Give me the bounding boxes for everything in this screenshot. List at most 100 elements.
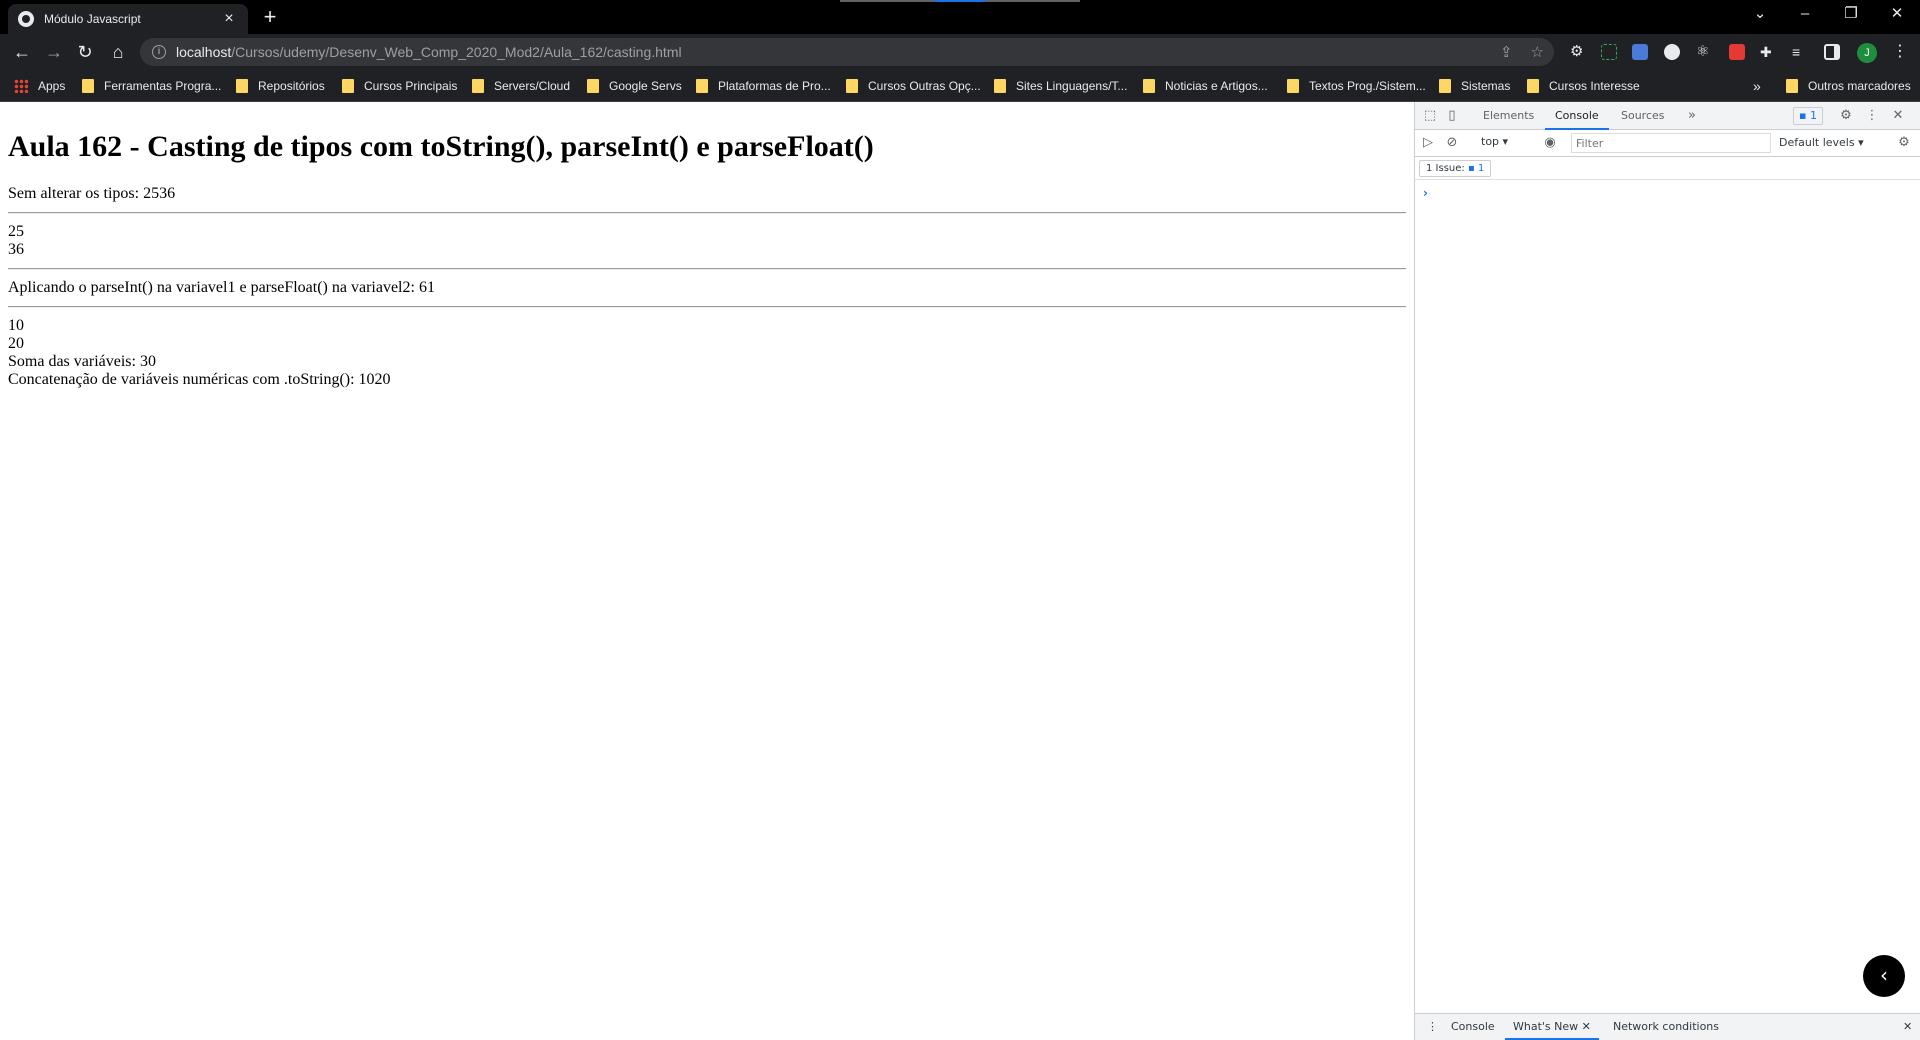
- bookmark-other-folder[interactable]: Outros marcadores: [1786, 70, 1911, 102]
- levels-label: Default levels: [1779, 136, 1855, 149]
- filter-input[interactable]: [1571, 133, 1771, 153]
- bookmark-folder[interactable]: Cursos Outras Opç...: [846, 70, 981, 102]
- close-drawer-icon[interactable]: ✕: [1895, 1014, 1920, 1040]
- drawer-tab-console[interactable]: Console: [1443, 1014, 1503, 1040]
- more-tabs-icon[interactable]: »: [1683, 107, 1701, 125]
- bookmark-folder[interactable]: Repositórios: [236, 70, 325, 102]
- back-button[interactable]: ←: [10, 40, 34, 64]
- bookmark-folder[interactable]: Cursos Principais: [342, 70, 457, 102]
- page-content: Aula 162 - Casting de tipos com toString…: [0, 102, 1414, 1040]
- new-tab-button[interactable]: +: [258, 6, 282, 30]
- bookmark-star-icon[interactable]: ☆: [1531, 43, 1544, 61]
- bookmark-folder[interactable]: Sites Linguagens/T...: [994, 70, 1127, 102]
- menu-kebab-icon[interactable]: ⋮: [1888, 40, 1912, 64]
- bookmark-folder[interactable]: Plataformas de Pro...: [696, 70, 831, 102]
- extension-blue-icon[interactable]: [1632, 44, 1648, 60]
- bookmark-folder[interactable]: Google Servs: [587, 70, 682, 102]
- output-line: 36: [8, 240, 24, 258]
- devtools-tabbar: ⬚ ▯ Elements Console Sources » ▪ 1 ⚙ ⋮ ✕: [1415, 102, 1920, 130]
- bookmark-label: Cursos Principais: [364, 79, 458, 93]
- bookmark-folder[interactable]: Cursos Interesse: [1527, 70, 1640, 102]
- extension-gear-icon[interactable]: ⚙: [1570, 44, 1586, 60]
- bookmark-label: Cursos Interesse: [1549, 79, 1640, 93]
- output-line: 10: [8, 316, 24, 334]
- folder-icon: [82, 79, 94, 93]
- bookmark-folder[interactable]: Textos Prog./Sistem...: [1287, 70, 1426, 102]
- output-line: Soma das variáveis: 30: [8, 352, 156, 370]
- close-window-button[interactable]: ✕: [1874, 0, 1920, 30]
- tab-strip: Módulo Javascript × + ⌄ – ❐ ✕: [0, 0, 1920, 34]
- close-icon[interactable]: ×: [220, 10, 238, 28]
- tab-console[interactable]: Console: [1545, 102, 1609, 130]
- bookmark-label: Repositórios: [258, 79, 325, 93]
- profile-avatar[interactable]: J: [1857, 43, 1877, 63]
- console-prompt-icon[interactable]: ›: [1423, 186, 1428, 200]
- sidebar-toggle-icon[interactable]: ▷: [1419, 134, 1437, 152]
- page-title: Aula 162 - Casting de tipos com toString…: [8, 130, 874, 163]
- tab-elements[interactable]: Elements: [1473, 102, 1544, 130]
- issues-badge[interactable]: ▪ 1: [1793, 107, 1823, 125]
- settings-gear-icon[interactable]: ⚙: [1837, 107, 1855, 125]
- bookmark-label: Noticias e Artigos...: [1165, 79, 1268, 93]
- reload-button[interactable]: ↻: [73, 40, 97, 64]
- bookmark-folder[interactable]: Sistemas: [1439, 70, 1510, 102]
- close-icon[interactable]: ✕: [1889, 107, 1907, 125]
- drawer-menu-icon[interactable]: ⋮: [1419, 1014, 1446, 1040]
- issues-bar: 1 Issue: ▪ 1: [1415, 157, 1920, 180]
- drawer-tab-whats-new[interactable]: What's New ✕: [1505, 1014, 1599, 1040]
- drawer-tab-network-conditions[interactable]: Network conditions: [1605, 1014, 1727, 1040]
- home-button[interactable]: ⌂: [106, 40, 130, 64]
- output-line: 20: [8, 334, 24, 352]
- extension-screenshot-icon[interactable]: [1601, 44, 1617, 60]
- divider: [8, 267, 1406, 270]
- issues-button[interactable]: 1 Issue: ▪ 1: [1419, 160, 1492, 177]
- url-host: localhost: [176, 44, 232, 60]
- restore-button[interactable]: ❐: [1828, 0, 1874, 30]
- output-line: Concatenação de variáveis numéricas com …: [8, 370, 391, 388]
- bookmark-label: Apps: [38, 79, 66, 93]
- context-label: top: [1481, 135, 1500, 148]
- folder-icon: [472, 79, 484, 93]
- bookmarks-bar: Apps Ferramentas Progra... Repositórios …: [0, 70, 1920, 102]
- apps-grid-icon: [14, 79, 28, 93]
- issues-label: 1 Issue:: [1426, 163, 1465, 174]
- folder-icon: [846, 79, 858, 93]
- tab-title: Módulo Javascript: [44, 12, 141, 26]
- folder-icon: [236, 79, 248, 93]
- bookmark-folder[interactable]: Servers/Cloud: [472, 70, 570, 102]
- folder-icon: [342, 79, 354, 93]
- log-levels-dropdown[interactable]: Default levels ▾: [1779, 136, 1864, 149]
- clear-console-icon[interactable]: ⊘: [1443, 134, 1461, 152]
- extension-circle-icon[interactable]: [1664, 44, 1680, 60]
- device-toolbar-icon[interactable]: ▯: [1443, 107, 1461, 125]
- eye-icon[interactable]: ◉: [1541, 134, 1559, 152]
- tab-sources[interactable]: Sources: [1611, 102, 1675, 130]
- bookmark-label: Outros marcadores: [1808, 79, 1911, 93]
- reading-list-icon[interactable]: ≡: [1792, 44, 1808, 60]
- forward-button[interactable]: →: [42, 40, 66, 64]
- bookmarks-overflow-button[interactable]: »: [1753, 70, 1761, 102]
- window-drag-indicator-active: [935, 0, 985, 2]
- inspect-element-icon[interactable]: ⬚: [1421, 107, 1439, 125]
- close-icon[interactable]: ✕: [1582, 1020, 1591, 1033]
- globe-icon: [18, 11, 34, 27]
- tab-search-icon[interactable]: ⌄: [1737, 0, 1783, 30]
- browser-tab[interactable]: Módulo Javascript ×: [8, 4, 248, 34]
- bookmark-folder[interactable]: Ferramentas Progra...: [82, 70, 221, 102]
- bookmark-folder[interactable]: Noticias e Artigos...: [1143, 70, 1268, 102]
- minimize-button[interactable]: –: [1782, 0, 1828, 30]
- extension-react-icon[interactable]: ⚛: [1696, 44, 1712, 60]
- folder-icon: [1786, 79, 1798, 93]
- share-icon[interactable]: ⇪: [1500, 43, 1513, 61]
- chevron-left-icon[interactable]: ‹: [1863, 955, 1905, 997]
- bookmark-label: Ferramentas Progra...: [104, 79, 222, 93]
- side-panel-icon[interactable]: [1824, 44, 1840, 60]
- console-settings-icon[interactable]: ⚙: [1895, 134, 1913, 152]
- extensions-puzzle-icon[interactable]: ✚: [1760, 44, 1776, 60]
- extension-red-icon[interactable]: [1729, 44, 1745, 60]
- address-bar[interactable]: i localhost /Cursos/udemy/Desenv_Web_Com…: [140, 38, 1554, 66]
- bookmark-apps[interactable]: Apps: [14, 70, 65, 102]
- kebab-menu-icon[interactable]: ⋮: [1863, 107, 1881, 125]
- context-selector[interactable]: top ▾: [1481, 135, 1508, 148]
- info-icon[interactable]: i: [152, 45, 166, 59]
